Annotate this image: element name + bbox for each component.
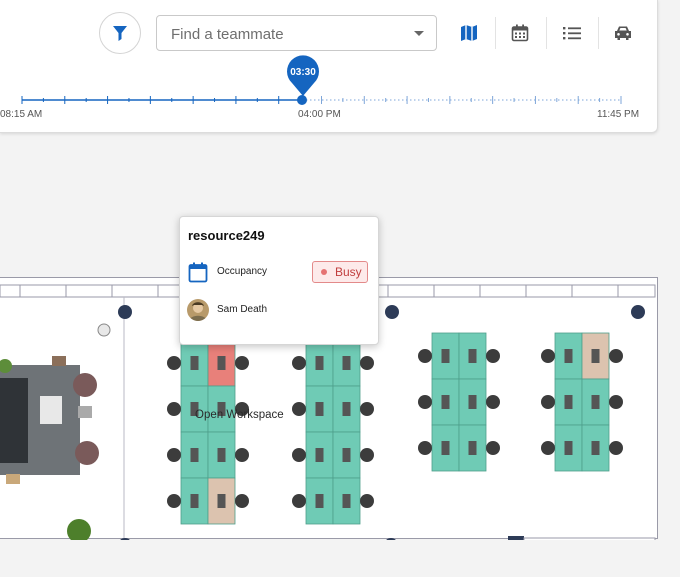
monitor (190, 494, 199, 508)
meeting-sofa (0, 378, 28, 463)
calendar-icon (188, 262, 208, 283)
monitor (190, 448, 199, 462)
chair (418, 395, 432, 409)
chair (360, 448, 374, 462)
monitor (591, 349, 600, 363)
coffee-table (40, 396, 62, 424)
monitor (217, 448, 226, 462)
chair (292, 402, 306, 416)
pillar (631, 305, 645, 319)
monitor (315, 356, 324, 370)
chair (167, 402, 181, 416)
monitor (342, 402, 351, 416)
person-avatar-icon (189, 302, 207, 321)
pillar (385, 305, 399, 319)
chair (360, 402, 374, 416)
monitor (591, 395, 600, 409)
chair (167, 356, 181, 370)
chair (541, 349, 555, 363)
monitor (315, 402, 324, 416)
clock (97, 323, 111, 337)
chair (235, 356, 249, 370)
side-table (52, 356, 66, 366)
chair (418, 349, 432, 363)
status-text: Busy (335, 265, 362, 279)
monitor (468, 395, 477, 409)
status-badge: Busy (312, 261, 368, 283)
monitor (441, 441, 450, 455)
timeline-start-label: 08:15 AM (0, 109, 43, 120)
resource-title: resource249 (188, 228, 265, 243)
chair (292, 494, 306, 508)
side-table (6, 474, 20, 484)
monitor (315, 448, 324, 462)
current-time-label: 03:30 (290, 67, 316, 78)
chair (609, 349, 623, 363)
status-dot (321, 269, 327, 275)
armchair (73, 373, 97, 397)
monitor (468, 349, 477, 363)
chair (360, 494, 374, 508)
chair (486, 349, 500, 363)
monitor (591, 441, 600, 455)
monitor (342, 356, 351, 370)
chair (418, 441, 432, 455)
chair (167, 448, 181, 462)
chair (235, 494, 249, 508)
avatar[interactable] (187, 299, 209, 321)
monitor (217, 356, 226, 370)
chair (609, 441, 623, 455)
time-handle[interactable] (297, 95, 307, 105)
resource-popup: resource249 Occupancy Busy Sam Death (179, 216, 379, 345)
pillar (118, 305, 132, 319)
monitor (564, 395, 573, 409)
controls-panel: 03:30 08:15 AM 04:00 PM 11:45 PM (0, 0, 658, 133)
timeline-mid-label: 04:00 PM (298, 109, 341, 120)
monitor (441, 395, 450, 409)
armchair (75, 441, 99, 465)
monitor (342, 494, 351, 508)
occupancy-label: Occupancy (217, 266, 268, 277)
monitor (441, 349, 450, 363)
chair (167, 494, 181, 508)
chair (292, 448, 306, 462)
pillar (120, 538, 130, 540)
chair (486, 395, 500, 409)
chair (235, 448, 249, 462)
plant (67, 519, 91, 540)
monitor (564, 441, 573, 455)
chair (486, 441, 500, 455)
monitor (217, 494, 226, 508)
person-name[interactable]: Sam Death (217, 304, 267, 315)
chair (541, 395, 555, 409)
pillar (386, 538, 396, 540)
timeline-end-label: 11:45 PM (597, 109, 640, 120)
chair (609, 395, 623, 409)
chair (360, 356, 374, 370)
monitor (468, 441, 477, 455)
zone-label: Open Workspace (195, 409, 284, 421)
monitor (564, 349, 573, 363)
side-table (78, 406, 92, 418)
monitor (315, 494, 324, 508)
monitor (190, 356, 199, 370)
monitor (342, 448, 351, 462)
wall-column (508, 536, 524, 540)
chair (292, 356, 306, 370)
chair (541, 441, 555, 455)
